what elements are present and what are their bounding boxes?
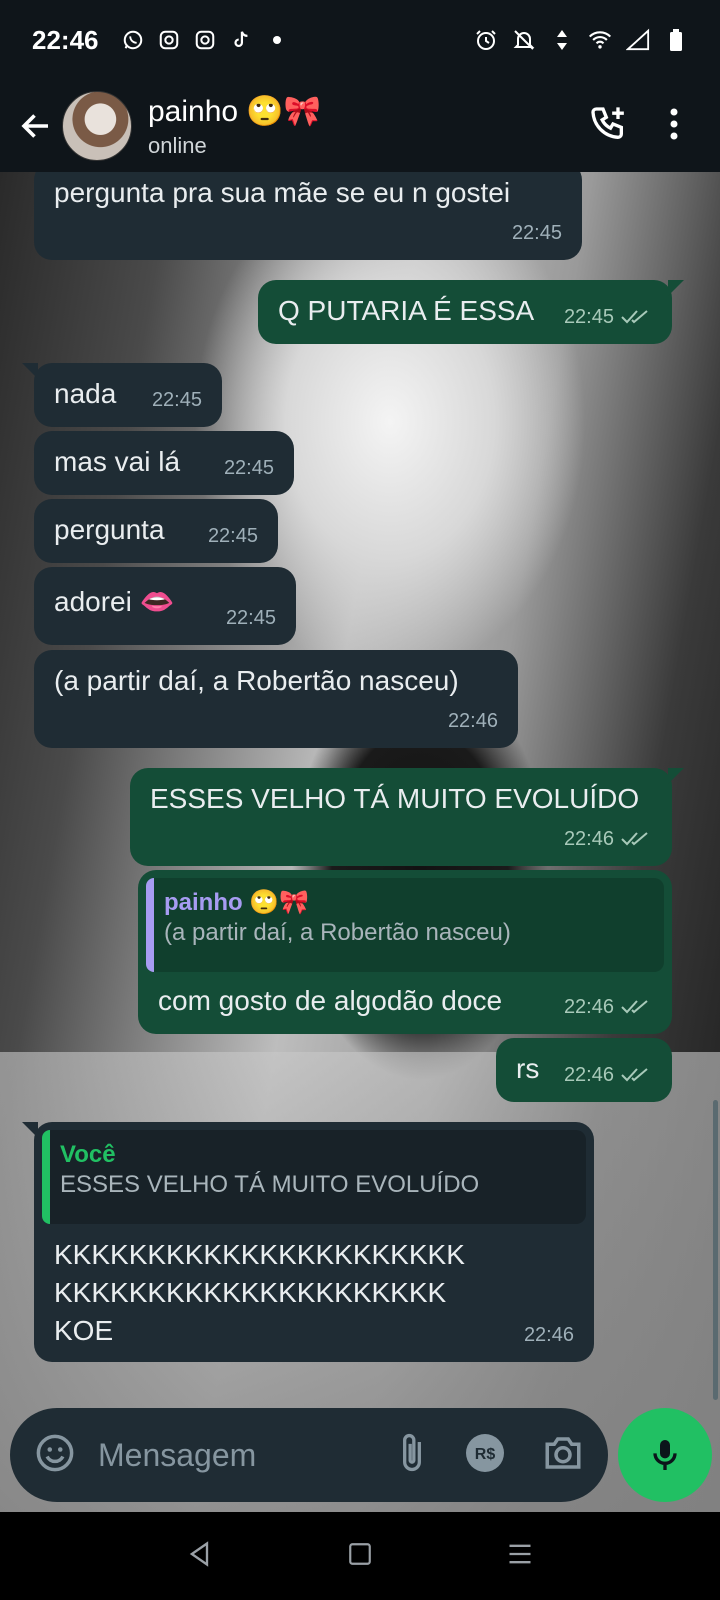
arrow-left-icon: [21, 114, 48, 138]
message-text: nada: [54, 378, 117, 409]
message-time: 22:46: [563, 828, 614, 850]
contact-name: painho 🙄🎀: [148, 94, 322, 128]
reply-quote-text: ESSES VELHO TÁ MUITO EVOLUÍDO: [60, 1171, 480, 1198]
alarm-icon: [474, 28, 498, 52]
message-text: com gosto de algodão doce: [158, 985, 503, 1016]
avatar[interactable]: [62, 91, 132, 161]
double-check-icon: [621, 1068, 648, 1082]
message-incoming[interactable]: (a partir daí, a Robertão nasceu) 22:46: [34, 650, 518, 748]
payment-button[interactable]: R$: [464, 1432, 506, 1479]
menu-lines-icon: [509, 1544, 531, 1563]
chat-header: painho 🙄🎀 online: [0, 80, 720, 172]
message-time: 22:45: [207, 525, 258, 547]
system-icons: [474, 28, 688, 52]
status-bar: 22:46: [0, 0, 720, 80]
message-outgoing[interactable]: rs 22:46: [496, 1038, 672, 1102]
double-check-icon: [621, 1000, 648, 1014]
message-outgoing-reply[interactable]: painho 🙄🎀 (a partir daí, a Robertão nasc…: [138, 870, 672, 1034]
chat-area[interactable]: pergunta pra sua mãe se eu n gostei 22:4…: [0, 172, 720, 1512]
add-call-button[interactable]: [588, 104, 628, 149]
message-text: pergunta: [54, 514, 165, 545]
message-time: 22:46: [563, 996, 614, 1018]
message-input[interactable]: Mensagem: [98, 1437, 396, 1474]
message-text: ESSES VELHO TÁ MUITO EVOLUÍDO: [150, 783, 640, 814]
system-nav-bar: [0, 1512, 720, 1600]
message-text: (a partir daí, a Robertão nasceu): [54, 665, 459, 696]
double-check-icon: [621, 310, 648, 324]
double-check-icon: [621, 832, 648, 846]
message-time: 22:45: [225, 607, 276, 629]
phone-plus-icon: [591, 106, 624, 139]
emoji-button[interactable]: [34, 1432, 76, 1479]
message-time: 22:45: [563, 306, 614, 328]
currency-real-icon: R$: [466, 1433, 504, 1472]
triangle-back-icon: [190, 1540, 209, 1567]
voice-message-button[interactable]: [618, 1408, 712, 1502]
message-incoming-reply[interactable]: Você ESSES VELHO TÁ MUITO EVOLUÍDO KKKKK…: [22, 1122, 594, 1362]
instagram-icon: [193, 28, 217, 52]
message-text: pergunta pra sua mãe se eu n gostei: [54, 177, 511, 208]
message-incoming[interactable]: mas vai lá 22:45: [34, 431, 294, 495]
battery-icon: [664, 28, 688, 52]
camera-icon: [545, 1436, 581, 1469]
contact-status: online: [148, 132, 207, 158]
whatsapp-icon: [121, 28, 145, 52]
message-text: adorei 👄: [54, 586, 175, 617]
scrollbar[interactable]: [713, 1100, 718, 1400]
message-incoming[interactable]: pergunta 22:45: [34, 499, 278, 563]
reply-quote[interactable]: painho 🙄🎀 (a partir daí, a Robertão nasc…: [146, 878, 664, 972]
message-time: 22:45: [511, 222, 562, 244]
message-text: rs: [516, 1053, 540, 1084]
contact-info[interactable]: painho 🙄🎀 online: [148, 94, 321, 159]
clock: 22:46: [32, 24, 99, 55]
message-outgoing[interactable]: ESSES VELHO TÁ MUITO EVOLUÍDO 22:46: [130, 768, 684, 866]
message-incoming[interactable]: adorei 👄 22:45: [34, 567, 296, 645]
attach-button[interactable]: [396, 1431, 428, 1480]
nav-home-button[interactable]: [347, 1541, 373, 1572]
reply-quote-author: painho 🙄🎀: [164, 889, 310, 916]
message-time: 22:45: [223, 457, 274, 479]
square-home-icon: [349, 1542, 371, 1565]
reply-quote-author: Você: [60, 1141, 116, 1168]
message-outgoing[interactable]: Q PUTARIA É ESSA 22:45: [258, 280, 684, 344]
message-incoming[interactable]: nada 22:45: [22, 363, 222, 427]
wifi-icon: [588, 28, 612, 52]
message-time: 22:46: [447, 710, 498, 732]
reply-quote-text: (a partir daí, a Robertão nasceu): [164, 919, 511, 946]
paperclip-icon: [403, 1433, 421, 1471]
camera-button[interactable]: [542, 1432, 584, 1479]
more-vertical-icon: [670, 108, 678, 139]
message-line: KKKKKKKKKKKKKKKKKKKKKK: [54, 1239, 465, 1270]
instagram-icon: [157, 28, 181, 52]
notification-icons: [121, 28, 289, 52]
message-incoming[interactable]: pergunta pra sua mãe se eu n gostei 22:4…: [34, 172, 582, 260]
message-text: mas vai lá: [54, 446, 181, 477]
emoji-icon: [36, 1434, 74, 1471]
nav-recents-button[interactable]: [506, 1540, 534, 1573]
dot-icon: [265, 28, 289, 52]
more-options-button[interactable]: [668, 106, 680, 147]
message-line: KKKKKKKKKKKKKKKKKKKKK: [54, 1277, 447, 1308]
data-arrows-icon: [550, 28, 574, 52]
back-button[interactable]: [6, 96, 66, 156]
microphone-icon: [653, 1440, 677, 1470]
signal-icon: [626, 28, 650, 52]
message-text: KKKKKKKKKKKKKKKKKKKKKK KKKKKKKKKKKKKKKKK…: [54, 1236, 465, 1350]
message-time: 22:46: [563, 1064, 614, 1086]
reply-quote[interactable]: Você ESSES VELHO TÁ MUITO EVOLUÍDO: [42, 1130, 586, 1224]
nav-back-button[interactable]: [186, 1540, 214, 1573]
tiktok-icon: [229, 28, 253, 52]
bell-off-icon: [512, 28, 536, 52]
svg-text:R$: R$: [475, 1446, 496, 1463]
message-text: Q PUTARIA É ESSA: [278, 295, 535, 326]
message-time: 22:45: [151, 389, 202, 411]
message-time: 22:46: [523, 1324, 574, 1346]
message-input-bar: Mensagem R$: [10, 1408, 608, 1502]
message-line: KOE: [54, 1315, 114, 1346]
